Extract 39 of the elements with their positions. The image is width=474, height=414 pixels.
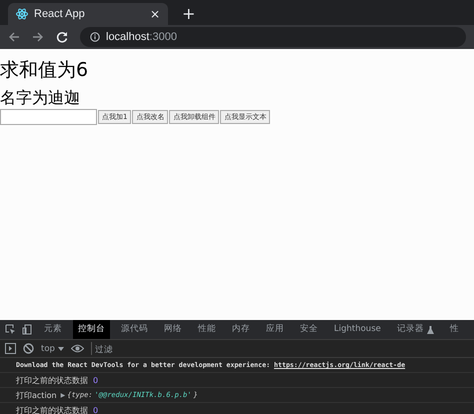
devtools-tab[interactable]: 性: [444, 320, 464, 339]
forward-icon[interactable]: [32, 31, 44, 43]
name-heading: 名字为迪迦: [0, 87, 81, 109]
filter-field[interactable]: 过滤: [90, 342, 474, 355]
inspect-icon[interactable]: [5, 324, 16, 335]
url-host: localhost: [106, 31, 150, 43]
devtools-tab[interactable]: 控制台: [73, 320, 110, 339]
console-text: 打印action: [16, 390, 57, 400]
address-bar[interactable]: localhost:3000: [80, 27, 466, 47]
url-port: :3000: [149, 31, 177, 43]
caret-icon: [58, 346, 64, 350]
devtools-tab[interactable]: 安全: [295, 320, 323, 339]
devtools-tab[interactable]: 源代码: [116, 320, 153, 339]
tab-title: React App: [34, 8, 86, 20]
browser-tab[interactable]: React App ×: [8, 3, 168, 25]
sum-heading: 求和值为6: [0, 58, 90, 83]
devtools-tab[interactable]: 内存: [227, 320, 255, 339]
devtools-tab[interactable]: 应用: [261, 320, 289, 339]
device-icon[interactable]: [22, 324, 33, 335]
devtools-tab[interactable]: Lighthouse: [329, 320, 386, 339]
console-value: 0: [93, 406, 98, 414]
console-text: 打印之前的状态数据: [16, 404, 88, 414]
clear-icon[interactable]: [23, 343, 34, 354]
devtools-tab[interactable]: 元素: [39, 320, 67, 339]
reload-icon[interactable]: [56, 31, 68, 43]
eye-icon[interactable]: [70, 344, 84, 353]
devtools-tab[interactable]: 性能: [193, 320, 221, 339]
console-value: 0: [93, 376, 98, 384]
console-text: 打印之前的状态数据: [16, 374, 88, 386]
close-tab-button[interactable]: ×: [150, 7, 160, 21]
new-tab-button[interactable]: +: [182, 3, 196, 25]
devtools-tab[interactable]: 记录器: [392, 320, 439, 339]
context-dropdown[interactable]: top: [41, 344, 64, 354]
back-icon[interactable]: [8, 31, 20, 43]
text-input[interactable]: [0, 109, 97, 125]
atom-icon: [16, 8, 28, 20]
sidebar-icon[interactable]: [5, 343, 16, 354]
devtools-tab[interactable]: 网络: [159, 320, 187, 339]
info-icon: [90, 32, 100, 42]
